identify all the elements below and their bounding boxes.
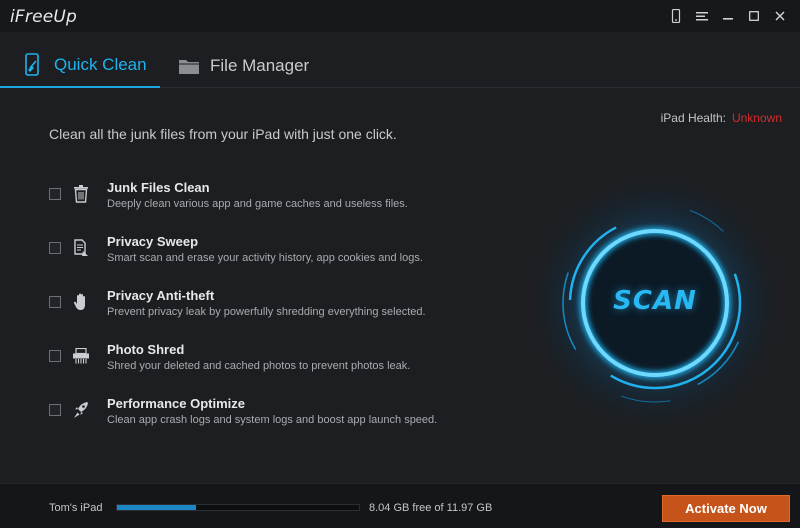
option-title: Photo Shred — [107, 342, 185, 357]
scan-area: SCAN — [520, 168, 790, 438]
app-window: iFreeUp Quick Clean File Manager iPad He… — [0, 0, 800, 528]
trash-icon — [71, 184, 91, 204]
option-description: Clean app crash logs and system logs and… — [107, 414, 438, 426]
option-title: Performance Optimize — [107, 396, 245, 411]
health-label: iPad Health: — [660, 111, 726, 125]
hand-icon — [71, 292, 91, 312]
maximize-icon[interactable] — [742, 6, 766, 26]
option-title: Privacy Sweep — [107, 234, 199, 249]
app-title: iFreeUp — [10, 7, 78, 27]
option-performance-optimize: Performance Optimize Clean app crash log… — [49, 395, 479, 449]
tab-file-manager[interactable]: File Manager — [178, 44, 338, 88]
tab-bar: Quick Clean File Manager — [0, 44, 800, 88]
tab-label: File Manager — [210, 56, 310, 75]
title-bar: iFreeUp — [0, 0, 800, 32]
ipad-health: iPad Health: Unknown — [661, 111, 782, 125]
intro-text: Clean all the junk files from your iPad … — [49, 126, 397, 142]
shredder-icon — [71, 346, 91, 366]
folder-icon — [178, 54, 200, 78]
option-privacy-sweep: Privacy Sweep Smart scan and erase your … — [49, 233, 479, 287]
minimize-icon[interactable] — [716, 6, 740, 26]
clean-options-list: Junk Files Clean Deeply clean various ap… — [49, 179, 479, 449]
storage-used-fill — [117, 505, 197, 510]
option-checkbox[interactable] — [49, 404, 61, 416]
rocket-icon — [71, 400, 91, 420]
option-description: Prevent privacy leak by powerfully shred… — [107, 306, 426, 318]
menu-icon[interactable] — [690, 6, 714, 26]
option-checkbox[interactable] — [49, 296, 61, 308]
document-sweep-icon — [71, 238, 91, 258]
status-bar: Tom's iPad 8.04 GB free of 11.97 GB Acti… — [0, 483, 800, 528]
phone-broom-icon — [22, 53, 44, 77]
activate-now-button[interactable]: Activate Now — [662, 495, 790, 522]
option-checkbox[interactable] — [49, 242, 61, 254]
option-privacy-anti-theft: Privacy Anti-theft Prevent privacy leak … — [49, 287, 479, 341]
storage-text: 8.04 GB free of 11.97 GB — [369, 502, 493, 514]
option-junk-files: Junk Files Clean Deeply clean various ap… — [49, 179, 479, 233]
option-checkbox[interactable] — [49, 350, 61, 362]
option-title: Junk Files Clean — [107, 180, 210, 195]
phone-icon[interactable] — [664, 6, 688, 26]
health-status: Unknown — [731, 111, 782, 125]
tab-label: Quick Clean — [54, 55, 147, 74]
device-name: Tom's iPad — [49, 502, 103, 514]
close-icon[interactable] — [768, 6, 792, 26]
option-description: Smart scan and erase your activity histo… — [107, 252, 423, 264]
option-title: Privacy Anti-theft — [107, 288, 215, 303]
window-controls — [664, 6, 792, 26]
scan-button[interactable] — [520, 168, 790, 438]
option-checkbox[interactable] — [49, 188, 61, 200]
option-description: Shred your deleted and cached photos to … — [107, 360, 411, 372]
storage-bar — [116, 504, 360, 511]
option-photo-shred: Photo Shred Shred your deleted and cache… — [49, 341, 479, 395]
tab-quick-clean[interactable]: Quick Clean — [0, 44, 160, 88]
option-description: Deeply clean various app and game caches… — [107, 198, 408, 210]
